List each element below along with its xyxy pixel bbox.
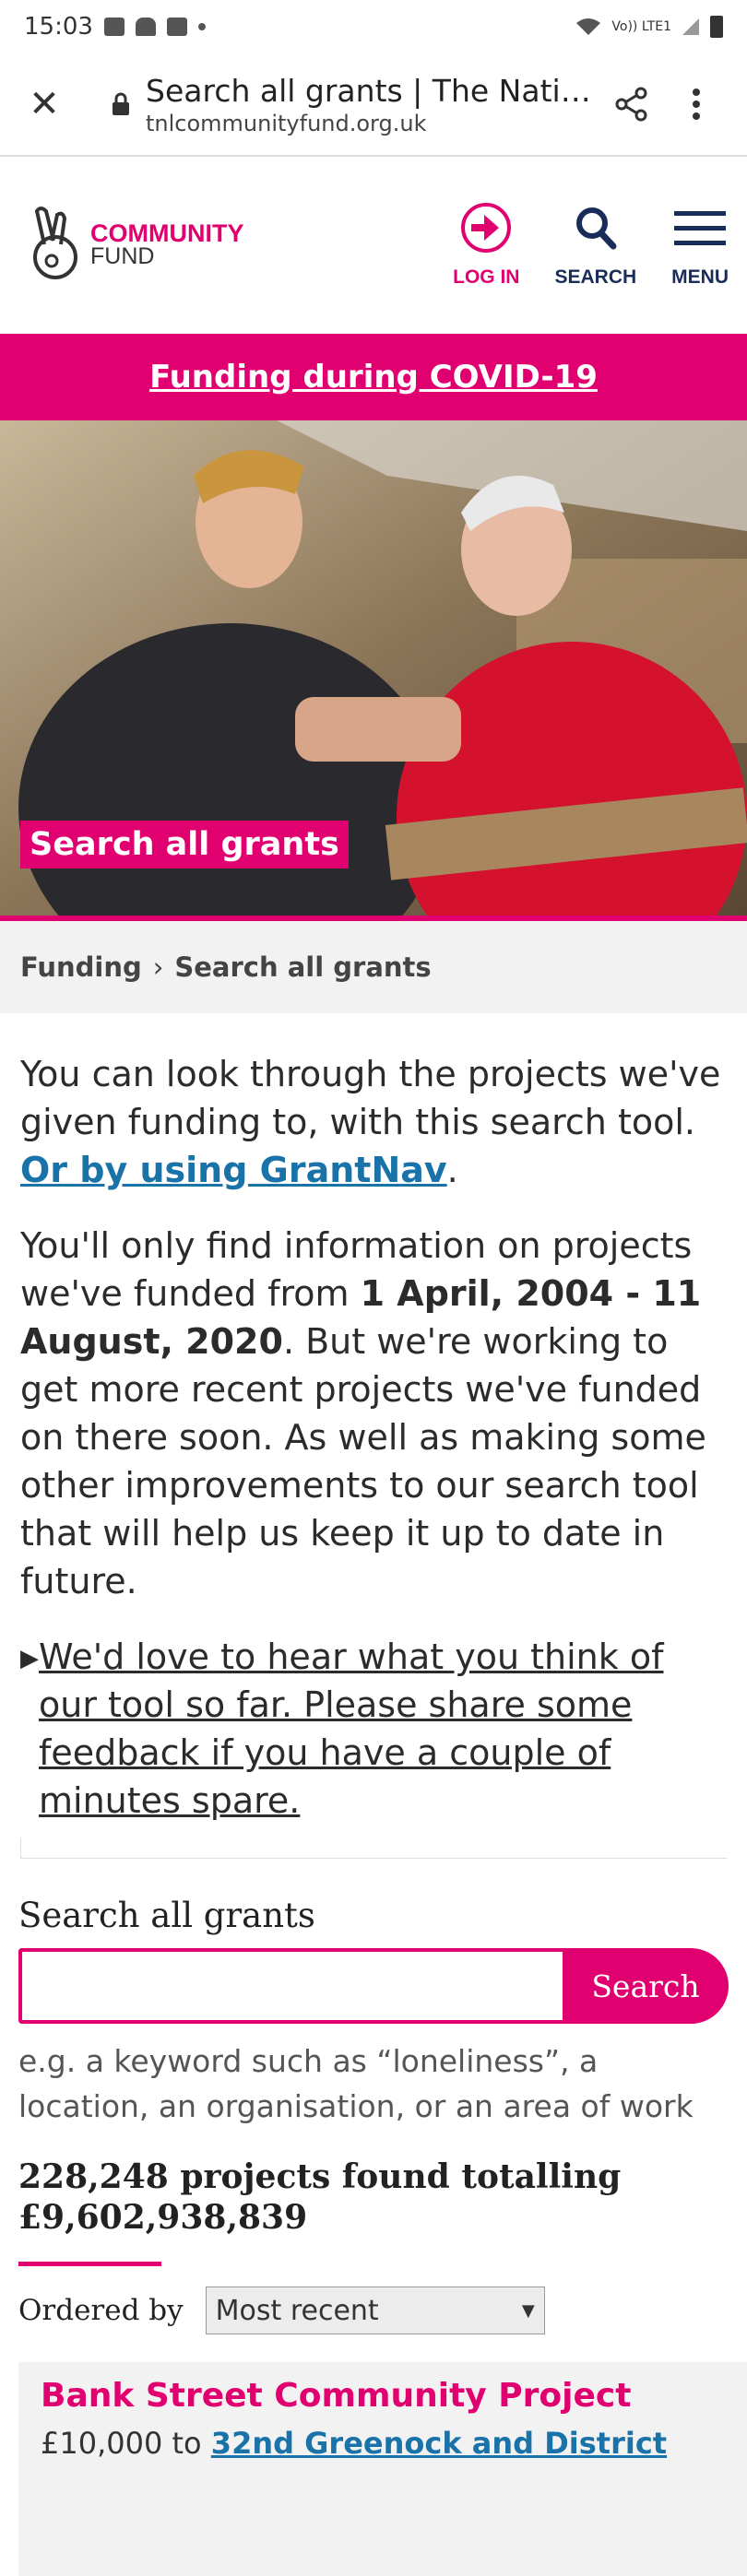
site-header: COMMUNITY FUND LOG IN SEARCH MENU	[0, 157, 747, 334]
signal-icon	[682, 18, 699, 35]
intro-paragraph-2: You'll only find information on projects…	[20, 1222, 727, 1605]
results-count: 228,248 projects found totalling £9,602,…	[18, 2157, 622, 2237]
result-amount: £10,000	[41, 2426, 163, 2461]
search-section: Search all grants Search e.g. a keyword …	[0, 1859, 747, 2334]
bell-notification-icon	[135, 18, 156, 36]
crossed-fingers-icon	[33, 207, 77, 279]
disclosure-triangle-icon: ▶	[20, 1645, 39, 1672]
breadcrumb: Funding › Search all grants	[0, 921, 747, 1013]
intro-section: You can look through the projects we've …	[0, 1013, 747, 1859]
battery-icon	[710, 16, 723, 38]
dropdown-arrow-icon: ▼	[521, 2300, 535, 2321]
close-tab-icon[interactable]: ✕	[18, 83, 70, 125]
search-label: SEARCH	[554, 266, 637, 288]
covid-banner: Funding during COVID-19	[0, 334, 747, 420]
section-divider	[20, 1837, 727, 1859]
status-time: 15:03	[24, 13, 93, 41]
hero-image: Search all grants	[0, 420, 747, 921]
intro-text-1-end: .	[446, 1150, 458, 1190]
status-bar: 15:03 Vo)) LTE1	[0, 0, 747, 53]
hero-title: Search all grants	[20, 821, 349, 869]
overflow-menu-icon[interactable]	[664, 88, 729, 121]
search-form: Search	[18, 1948, 729, 2024]
search-hint: e.g. a keyword such as “loneliness”, a l…	[18, 2043, 694, 2124]
accent-rule	[18, 2262, 161, 2266]
result-summary: £10,000 to 32nd Greenock and District	[41, 2426, 725, 2461]
intro-text-2-end: . But we're working to get more recent p…	[20, 1321, 706, 1601]
order-selected-value: Most recent	[215, 2294, 379, 2327]
feedback-link[interactable]: We'd love to hear what you think of our …	[39, 1633, 727, 1825]
order-select[interactable]: Most recent ▼	[205, 2286, 545, 2334]
menu-button[interactable]: MENU	[671, 202, 729, 289]
browser-toolbar: ✕ Search all grants | The National Lotte…	[0, 53, 747, 157]
network-indicator: Vo)) LTE1	[611, 19, 671, 34]
login-icon	[461, 203, 512, 253]
result-to: to	[172, 2426, 202, 2461]
gallery-notification-icon	[103, 18, 125, 36]
more-notifications-icon	[197, 23, 206, 30]
login-button[interactable]: LOG IN	[453, 202, 519, 289]
result-recipient-link[interactable]: 32nd Greenock and District	[211, 2426, 667, 2461]
intro-text-1: You can look through the projects we've …	[20, 1054, 721, 1142]
result-title-link[interactable]: Bank Street Community Project	[41, 2377, 725, 2415]
intro-paragraph-1: You can look through the projects we've …	[20, 1050, 727, 1194]
search-input[interactable]	[18, 1948, 563, 2024]
main-nav: LOG IN SEARCH MENU	[453, 202, 729, 289]
hamburger-menu-icon	[674, 211, 727, 245]
breadcrumb-separator: ›	[152, 951, 164, 983]
login-label: LOG IN	[453, 266, 520, 288]
search-icon	[575, 207, 617, 250]
grantnav-link[interactable]: Or by using GrantNav	[20, 1150, 447, 1190]
breadcrumb-current: Search all grants	[174, 951, 432, 983]
community-fund-logo[interactable]: COMMUNITY FUND	[20, 204, 243, 287]
share-icon[interactable]	[599, 86, 664, 123]
order-label: Ordered by	[18, 2294, 184, 2327]
lock-icon[interactable]	[107, 91, 135, 117]
url-host: tnlcommunityfund.org.uk	[146, 110, 427, 136]
url-bar[interactable]: Search all grants | The National Lottery…	[146, 73, 599, 136]
page-title: Search all grants | The National Lottery…	[146, 72, 599, 109]
user-notification-icon	[166, 18, 187, 36]
result-card: Bank Street Community Project £10,000 to…	[18, 2362, 747, 2576]
search-heading: Search all grants	[18, 1896, 315, 1935]
header-search-button[interactable]: SEARCH	[554, 202, 636, 289]
covid-funding-link[interactable]: Funding during COVID-19	[149, 359, 598, 396]
wifi-icon	[576, 18, 601, 35]
breadcrumb-funding-link[interactable]: Funding	[20, 951, 142, 983]
search-button[interactable]: Search	[563, 1948, 729, 2024]
menu-label: MENU	[671, 266, 729, 288]
logo-line-2: FUND	[90, 242, 155, 269]
feedback-disclosure[interactable]: ▶ We'd love to hear what you think of ou…	[20, 1633, 727, 1825]
order-control: Ordered by Most recent ▼	[18, 2286, 729, 2334]
